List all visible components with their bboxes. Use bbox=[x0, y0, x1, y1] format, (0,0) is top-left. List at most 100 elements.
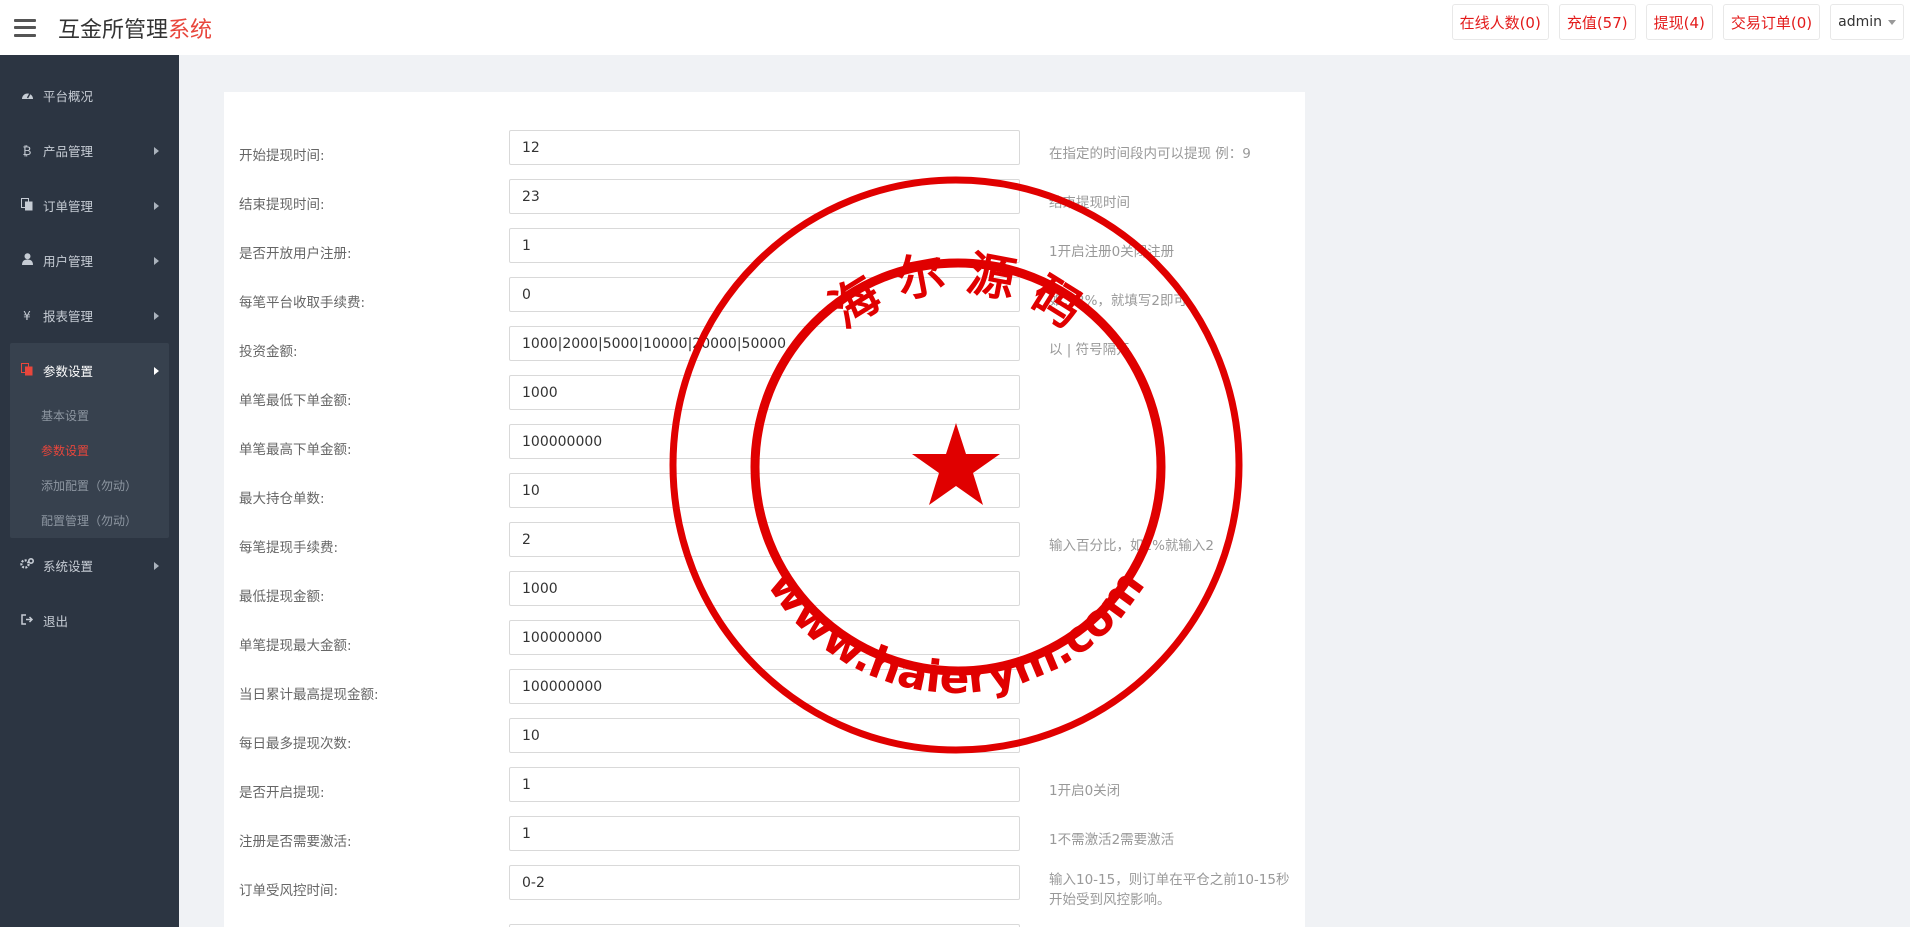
form-row-end-withdraw-time: 结束提现时间: 结束提现时间 bbox=[224, 176, 1305, 225]
chevron-right-icon bbox=[154, 311, 159, 320]
end-withdraw-time-hint: 结束提现时间 bbox=[1049, 195, 1130, 211]
sidebar-item-orders[interactable]: 订单管理 bbox=[0, 178, 179, 233]
sidebar-item-label: 参数设置 bbox=[43, 364, 94, 379]
investment-amounts-hint: 以 | 符号隔开 bbox=[1049, 342, 1130, 358]
sidebar-sub-config-manage[interactable]: 配置管理（勿动） bbox=[10, 503, 169, 538]
app-title: 互金所管理系统 bbox=[58, 12, 212, 44]
form-row-max-order-amount: 单笔最高下单金额: bbox=[224, 421, 1305, 470]
chevron-right-icon bbox=[154, 201, 159, 210]
open-registration-label: 是否开放用户注册: bbox=[239, 246, 352, 262]
chevron-right-icon bbox=[154, 561, 159, 570]
sidebar-item-products[interactable]: ₿ 产品管理 bbox=[0, 123, 179, 178]
require-activation-input[interactable] bbox=[509, 816, 1020, 851]
investment-amounts-input[interactable] bbox=[509, 326, 1020, 361]
form-row-max-single-withdraw: 单笔提现最大金额: bbox=[224, 617, 1305, 666]
max-single-withdraw-input[interactable] bbox=[509, 620, 1020, 655]
withdraw-fee-hint: 输入百分比，如2%就输入2 bbox=[1049, 538, 1215, 554]
max-order-amount-input[interactable] bbox=[509, 424, 1020, 459]
max-positions-label: 最大持仓单数: bbox=[239, 491, 325, 507]
dashboard-icon bbox=[19, 89, 35, 103]
end-withdraw-time-label: 结束提现时间: bbox=[239, 197, 325, 213]
withdraw-button[interactable]: 提现(4) bbox=[1645, 4, 1713, 40]
copy-icon bbox=[19, 197, 35, 214]
form-row-min-withdraw-amount: 最低提现金额: bbox=[224, 568, 1305, 617]
gears-icon bbox=[19, 557, 35, 573]
sidebar-item-label: 系统设置 bbox=[43, 559, 94, 574]
withdraw-fee-label: 每笔提现手续费: bbox=[239, 540, 339, 556]
app-title-main: 互金所管理 bbox=[58, 17, 169, 43]
max-daily-withdraw-label: 当日累计最高提现金额: bbox=[239, 687, 379, 703]
require-activation-hint: 1不需激活2需要激活 bbox=[1049, 832, 1175, 848]
max-daily-withdraw-count-input[interactable] bbox=[509, 718, 1020, 753]
sidebar-item-logout[interactable]: 退出 bbox=[0, 593, 179, 648]
platform-fee-hint: 如：2%，就填写2即可 bbox=[1049, 293, 1188, 309]
form-row-max-daily-withdraw: 当日累计最高提现金额: bbox=[224, 666, 1305, 715]
max-positions-input[interactable] bbox=[509, 473, 1020, 508]
form-row-risk-control-time: 订单受风控时间: 输入10-15，则订单在平仓之前10-15秒开始受到风控影响。 bbox=[224, 862, 1305, 911]
top-bar: 互金所管理系统 在线人数(0) 充值(57) 提现(4) 交易订单(0) adm… bbox=[0, 0, 1910, 55]
settings-form-panel: 开始提现时间: 在指定的时间段内可以提现 例：9 结束提现时间: 结束提现时间是否开放… bbox=[224, 92, 1305, 927]
sidebar-sub-basic-settings[interactable]: 基本设置 bbox=[10, 398, 169, 433]
user-name: admin bbox=[1838, 14, 1882, 30]
platform-fee-label: 每笔平台收取手续费: bbox=[239, 295, 366, 311]
platform-fee-input[interactable] bbox=[509, 277, 1020, 312]
sidebar-item-users[interactable]: 用户管理 bbox=[0, 233, 179, 288]
bitcoin-icon: ₿ bbox=[22, 143, 32, 158]
yen-icon: ¥ bbox=[23, 308, 31, 323]
form-row-platform-fee: 每笔平台收取手续费: 如：2%，就填写2即可 bbox=[224, 274, 1305, 323]
chevron-right-icon bbox=[154, 366, 159, 375]
recharge-button[interactable]: 充值(57) bbox=[1558, 4, 1636, 40]
sidebar-item-reports[interactable]: ¥ 报表管理 bbox=[0, 288, 179, 343]
form-row-enable-withdraw: 是否开启提现: 1开启0关闭 bbox=[224, 764, 1305, 813]
top-actions: 在线人数(0) 充值(57) 提现(4) 交易订单(0) admin bbox=[1451, 4, 1904, 40]
open-registration-hint: 1开启注册0关闭注册 bbox=[1049, 244, 1175, 260]
sidebar-item-label: 用户管理 bbox=[43, 254, 94, 269]
form-row-investment-amounts: 投资金额: 以 | 符号隔开 bbox=[224, 323, 1305, 372]
chevron-right-icon bbox=[154, 256, 159, 265]
form-row-start-withdraw-time: 开始提现时间: 在指定的时间段内可以提现 例：9 bbox=[224, 127, 1305, 176]
sidebar-item-label: 平台概况 bbox=[43, 89, 94, 104]
enable-withdraw-label: 是否开启提现: bbox=[239, 785, 325, 801]
max-daily-withdraw-count-label: 每日最多提现次数: bbox=[239, 736, 352, 752]
copy-icon bbox=[19, 362, 35, 379]
sidebar-item-label: 产品管理 bbox=[43, 144, 94, 159]
chevron-right-icon bbox=[154, 146, 159, 155]
sidebar-item-label: 订单管理 bbox=[43, 199, 94, 214]
max-daily-withdraw-input[interactable] bbox=[509, 669, 1020, 704]
user-menu-button[interactable]: admin bbox=[1830, 4, 1904, 40]
sidebar-item-overview[interactable]: 平台概况 bbox=[0, 68, 179, 123]
end-withdraw-time-input[interactable] bbox=[509, 179, 1020, 214]
min-order-amount-input[interactable] bbox=[509, 375, 1020, 410]
form-row-withdraw-fee: 每笔提现手续费: 输入百分比，如2%就输入2 bbox=[224, 519, 1305, 568]
sidebar-item-label: 退出 bbox=[43, 614, 69, 629]
min-withdraw-amount-input[interactable] bbox=[509, 571, 1020, 606]
sidebar-item-label: 报表管理 bbox=[43, 309, 94, 324]
investment-amounts-label: 投资金额: bbox=[239, 344, 298, 360]
max-order-amount-label: 单笔最高下单金额: bbox=[239, 442, 352, 458]
require-activation-label: 注册是否需要激活: bbox=[239, 834, 352, 850]
min-order-amount-label: 单笔最低下单金额: bbox=[239, 393, 352, 409]
open-registration-input[interactable] bbox=[509, 228, 1020, 263]
start-withdraw-time-hint: 在指定的时间段内可以提现 例：9 bbox=[1049, 146, 1251, 162]
form-row-open-registration: 是否开放用户注册: 1开启注册0关闭注册 bbox=[224, 225, 1305, 274]
sidebar-item-params[interactable]: 参数设置 bbox=[10, 343, 169, 398]
withdraw-fee-input[interactable] bbox=[509, 522, 1020, 557]
sidebar-group-params: 参数设置 基本设置 参数设置 添加配置（勿动） 配置管理（勿动） bbox=[10, 343, 169, 538]
min-withdraw-amount-label: 最低提现金额: bbox=[239, 589, 325, 605]
menu-toggle-icon[interactable] bbox=[14, 18, 36, 37]
start-withdraw-time-label: 开始提现时间: bbox=[239, 148, 325, 164]
online-users-button[interactable]: 在线人数(0) bbox=[1451, 4, 1549, 40]
trade-orders-button[interactable]: 交易订单(0) bbox=[1722, 4, 1821, 40]
risk-control-time-input[interactable] bbox=[509, 865, 1020, 900]
risk-control-time-label: 订单受风控时间: bbox=[239, 883, 339, 899]
max-single-withdraw-label: 单笔提现最大金额: bbox=[239, 638, 352, 654]
form-row-require-activation: 注册是否需要激活: 1不需激活2需要激活 bbox=[224, 813, 1305, 862]
risk-control-time-hint: 输入10-15，则订单在平仓之前10-15秒开始受到风控影响。 bbox=[1049, 872, 1290, 908]
sidebar-sub-param-settings[interactable]: 参数设置 bbox=[10, 433, 169, 468]
sign-out-icon bbox=[19, 613, 35, 628]
chevron-down-icon bbox=[1888, 19, 1896, 25]
sidebar-sub-add-config[interactable]: 添加配置（勿动） bbox=[10, 468, 169, 503]
start-withdraw-time-input[interactable] bbox=[509, 130, 1020, 165]
enable-withdraw-input[interactable] bbox=[509, 767, 1020, 802]
sidebar-item-system[interactable]: 系统设置 bbox=[0, 538, 179, 593]
